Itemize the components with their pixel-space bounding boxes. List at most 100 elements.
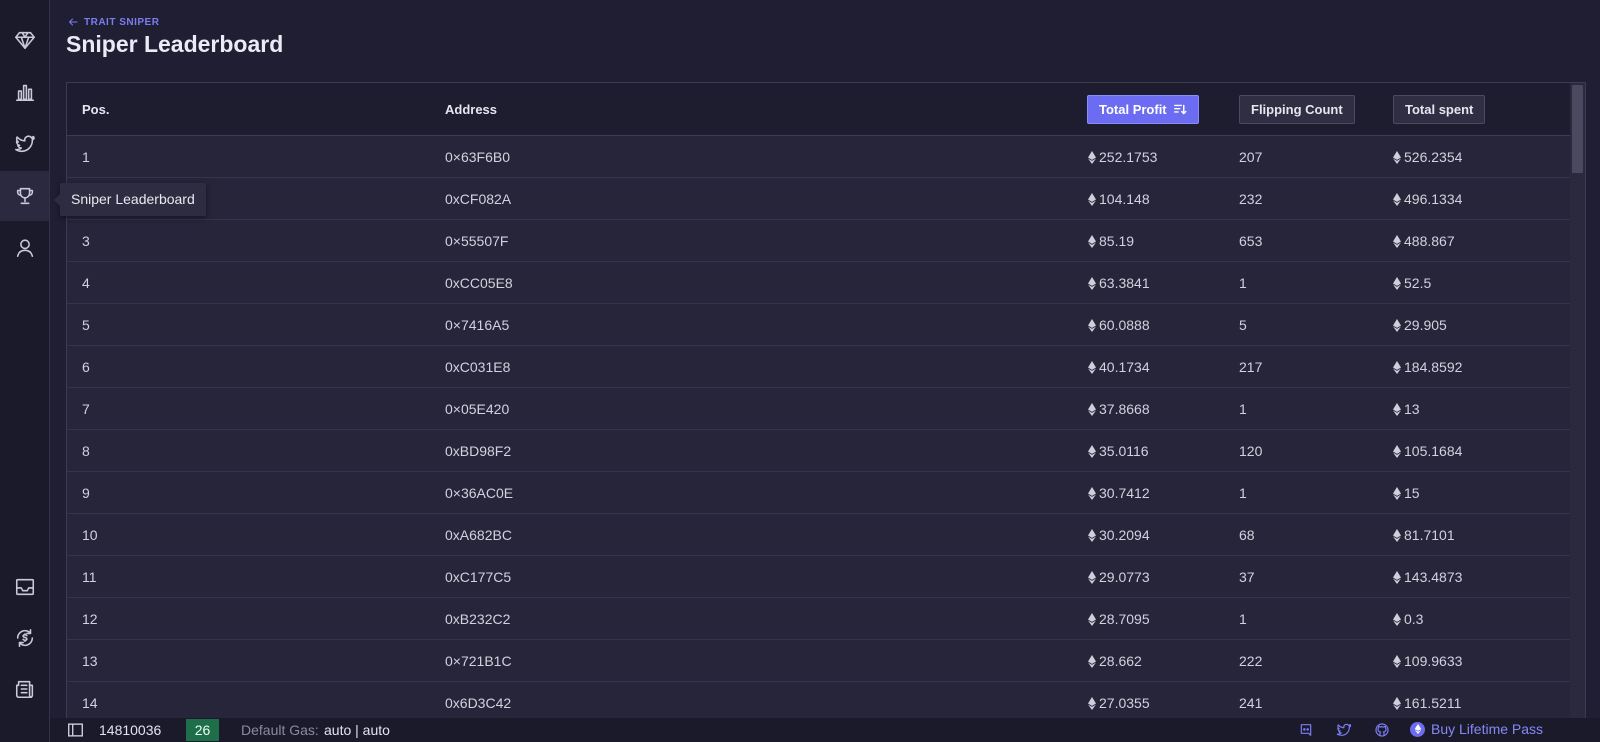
ethereum-icon (1088, 612, 1096, 626)
column-header-address: Address (445, 102, 498, 117)
total-spent-value: 52.5 (1404, 275, 1432, 291)
cell-address[interactable]: 0×7416A5 (445, 304, 509, 346)
ethereum-icon (1088, 276, 1096, 290)
total-profit-value: 37.8668 (1099, 401, 1150, 417)
github-icon[interactable] (1374, 722, 1390, 738)
total-profit-value: 40.1734 (1099, 359, 1150, 375)
toggle-panel-icon[interactable] (68, 723, 83, 737)
total-spent-value: 105.1684 (1404, 443, 1463, 459)
sidebar-item-sniper-leaderboard[interactable] (0, 171, 49, 221)
cell-total-spent: 184.8592 (1393, 346, 1462, 388)
cell-pos: 10 (82, 527, 98, 543)
breadcrumb-label: TRAIT SNIPER (84, 16, 160, 28)
sidebar-item-collections[interactable] (0, 15, 49, 65)
cell-total-profit: 37.8668 (1088, 388, 1150, 430)
diamond-icon (14, 31, 35, 50)
cell-address[interactable]: 0xC177C5 (445, 556, 511, 598)
cell-total-spent: 15 (1393, 472, 1420, 514)
ethereum-icon (1088, 654, 1096, 668)
ethereum-icon (1088, 192, 1096, 206)
sidebar-item-twitter[interactable] (0, 119, 49, 169)
sidebar-item-profile[interactable] (0, 223, 49, 273)
ethereum-icon (1393, 318, 1401, 332)
table-row[interactable]: 13 0×721B1C 28.662 222 109.9633 (67, 640, 1570, 682)
table-row[interactable]: 10 0xA682BC 30.2094 68 81.7101 (67, 514, 1570, 556)
status-bar: 14810036 26 Default Gas: auto | auto Buy… (50, 718, 1600, 742)
sort-flipping-count-button[interactable]: Flipping Count (1239, 95, 1355, 124)
ethereum-icon (1393, 192, 1401, 206)
table-row[interactable]: 14 0x6D3C42 27.0355 241 161.5211 (67, 682, 1570, 722)
cell-address[interactable]: 0xA682BC (445, 514, 512, 556)
table-row[interactable]: 20xCF082A104.148232496.1334 (67, 178, 1570, 220)
buy-lifetime-pass-label: Buy Lifetime Pass (1431, 721, 1544, 737)
sidebar-item-news[interactable] (0, 664, 49, 714)
sort-total-spent-button[interactable]: Total spent (1393, 95, 1486, 124)
scrollbar-thumb[interactable] (1572, 85, 1583, 173)
cell-address[interactable]: 0xBD98F2 (445, 430, 511, 472)
table-row[interactable]: 1 0×63F6B0 252.1753 207 526.2354 (67, 136, 1570, 178)
cell-flipping-count: 217 (1239, 359, 1263, 375)
cell-total-spent: 161.5211 (1393, 682, 1461, 722)
table-row[interactable]: 5 0×7416A5 60.0888 5 29.905 (67, 304, 1570, 346)
total-profit-value: 252.1753 (1099, 149, 1158, 165)
ethereum-icon (1393, 528, 1401, 542)
cell-total-spent: 52.5 (1393, 262, 1431, 304)
ethereum-icon (1393, 150, 1401, 164)
breadcrumb-back-link[interactable]: TRAIT SNIPER (67, 16, 159, 28)
ethereum-icon (1088, 528, 1096, 542)
total-spent-value: 488.867 (1404, 233, 1455, 249)
cell-pos: 9 (82, 485, 90, 501)
table-row[interactable]: 9 0×36AC0E 30.7412 1 15 (67, 472, 1570, 514)
buy-lifetime-pass-link[interactable]: Buy Lifetime Pass (1410, 721, 1543, 737)
cell-address[interactable]: 0×721B1C (445, 640, 512, 682)
table-row[interactable]: 8 0xBD98F2 35.0116 120 105.1684 (67, 430, 1570, 472)
cell-flipping-count: 37 (1239, 569, 1255, 585)
ethereum-icon (1088, 696, 1096, 710)
sidebar-item-sync[interactable] (0, 613, 49, 663)
trophy-icon (16, 187, 33, 205)
cell-total-spent: 496.1334 (1393, 178, 1462, 220)
cell-address[interactable]: 0x6D3C42 (445, 682, 511, 722)
sidebar-item-inbox[interactable] (0, 562, 49, 612)
twitter-icon[interactable] (1336, 722, 1352, 738)
total-profit-value: 35.0116 (1099, 443, 1149, 459)
discord-icon[interactable] (1298, 722, 1314, 738)
cell-address[interactable]: 0×63F6B0 (445, 136, 510, 178)
total-spent-value: 29.905 (1404, 317, 1447, 333)
cell-total-profit: 60.0888 (1088, 304, 1150, 346)
sidebar-item-analytics[interactable] (0, 67, 49, 117)
total-spent-value: 496.1334 (1404, 191, 1463, 207)
default-gas-value[interactable]: auto | auto (324, 722, 390, 738)
total-profit-value: 27.0355 (1099, 695, 1150, 711)
ethereum-icon (1393, 654, 1401, 668)
total-spent-value: 81.7101 (1404, 527, 1455, 543)
cell-address[interactable]: 0xB232C2 (445, 598, 510, 640)
cell-pos: 11 (82, 569, 97, 585)
arrow-left-icon (69, 18, 78, 26)
cell-address[interactable]: 0×36AC0E (445, 472, 513, 514)
table-row[interactable]: 6 0xC031E8 40.1734 217 184.8592 (67, 346, 1570, 388)
table-scrollbar[interactable] (1570, 83, 1585, 722)
total-profit-value: 60.0888 (1099, 317, 1150, 333)
cell-address[interactable]: 0×55507F (445, 220, 508, 262)
total-spent-value: 109.9633 (1404, 653, 1463, 669)
cell-flipping-count: 1 (1239, 275, 1247, 291)
default-gas-label: Default Gas: (241, 722, 319, 738)
total-profit-value: 85.19 (1099, 233, 1135, 249)
cell-address[interactable]: 0×05E420 (445, 388, 509, 430)
table-body: 10×63F6B0252.1753207526.235420xCF082A104… (67, 136, 1570, 722)
sync-dollar-icon (16, 628, 33, 648)
ethereum-icon (1088, 150, 1096, 164)
cell-pos: 14 (82, 695, 98, 711)
table-row[interactable]: 11 0xC177C5 29.0773 37 143.4873 (67, 556, 1570, 598)
cell-flipping-count: 222 (1239, 653, 1263, 669)
cell-address[interactable]: 0xCC05E8 (445, 262, 513, 304)
table-row[interactable]: 3 0×55507F 85.19 653 488.867 (67, 220, 1570, 262)
cell-total-profit: 35.0116 (1088, 430, 1149, 472)
table-row[interactable]: 4 0xCC05E8 63.3841 1 52.5 (67, 262, 1570, 304)
table-row[interactable]: 12 0xB232C2 28.7095 1 0.3 (67, 598, 1570, 640)
cell-address[interactable]: 0xC031E8 (445, 346, 510, 388)
table-row[interactable]: 7 0×05E420 37.8668 1 13 (67, 388, 1570, 430)
sort-total-profit-button[interactable]: Total Profit (1087, 95, 1199, 124)
cell-address[interactable]: 0xCF082A (445, 178, 511, 220)
